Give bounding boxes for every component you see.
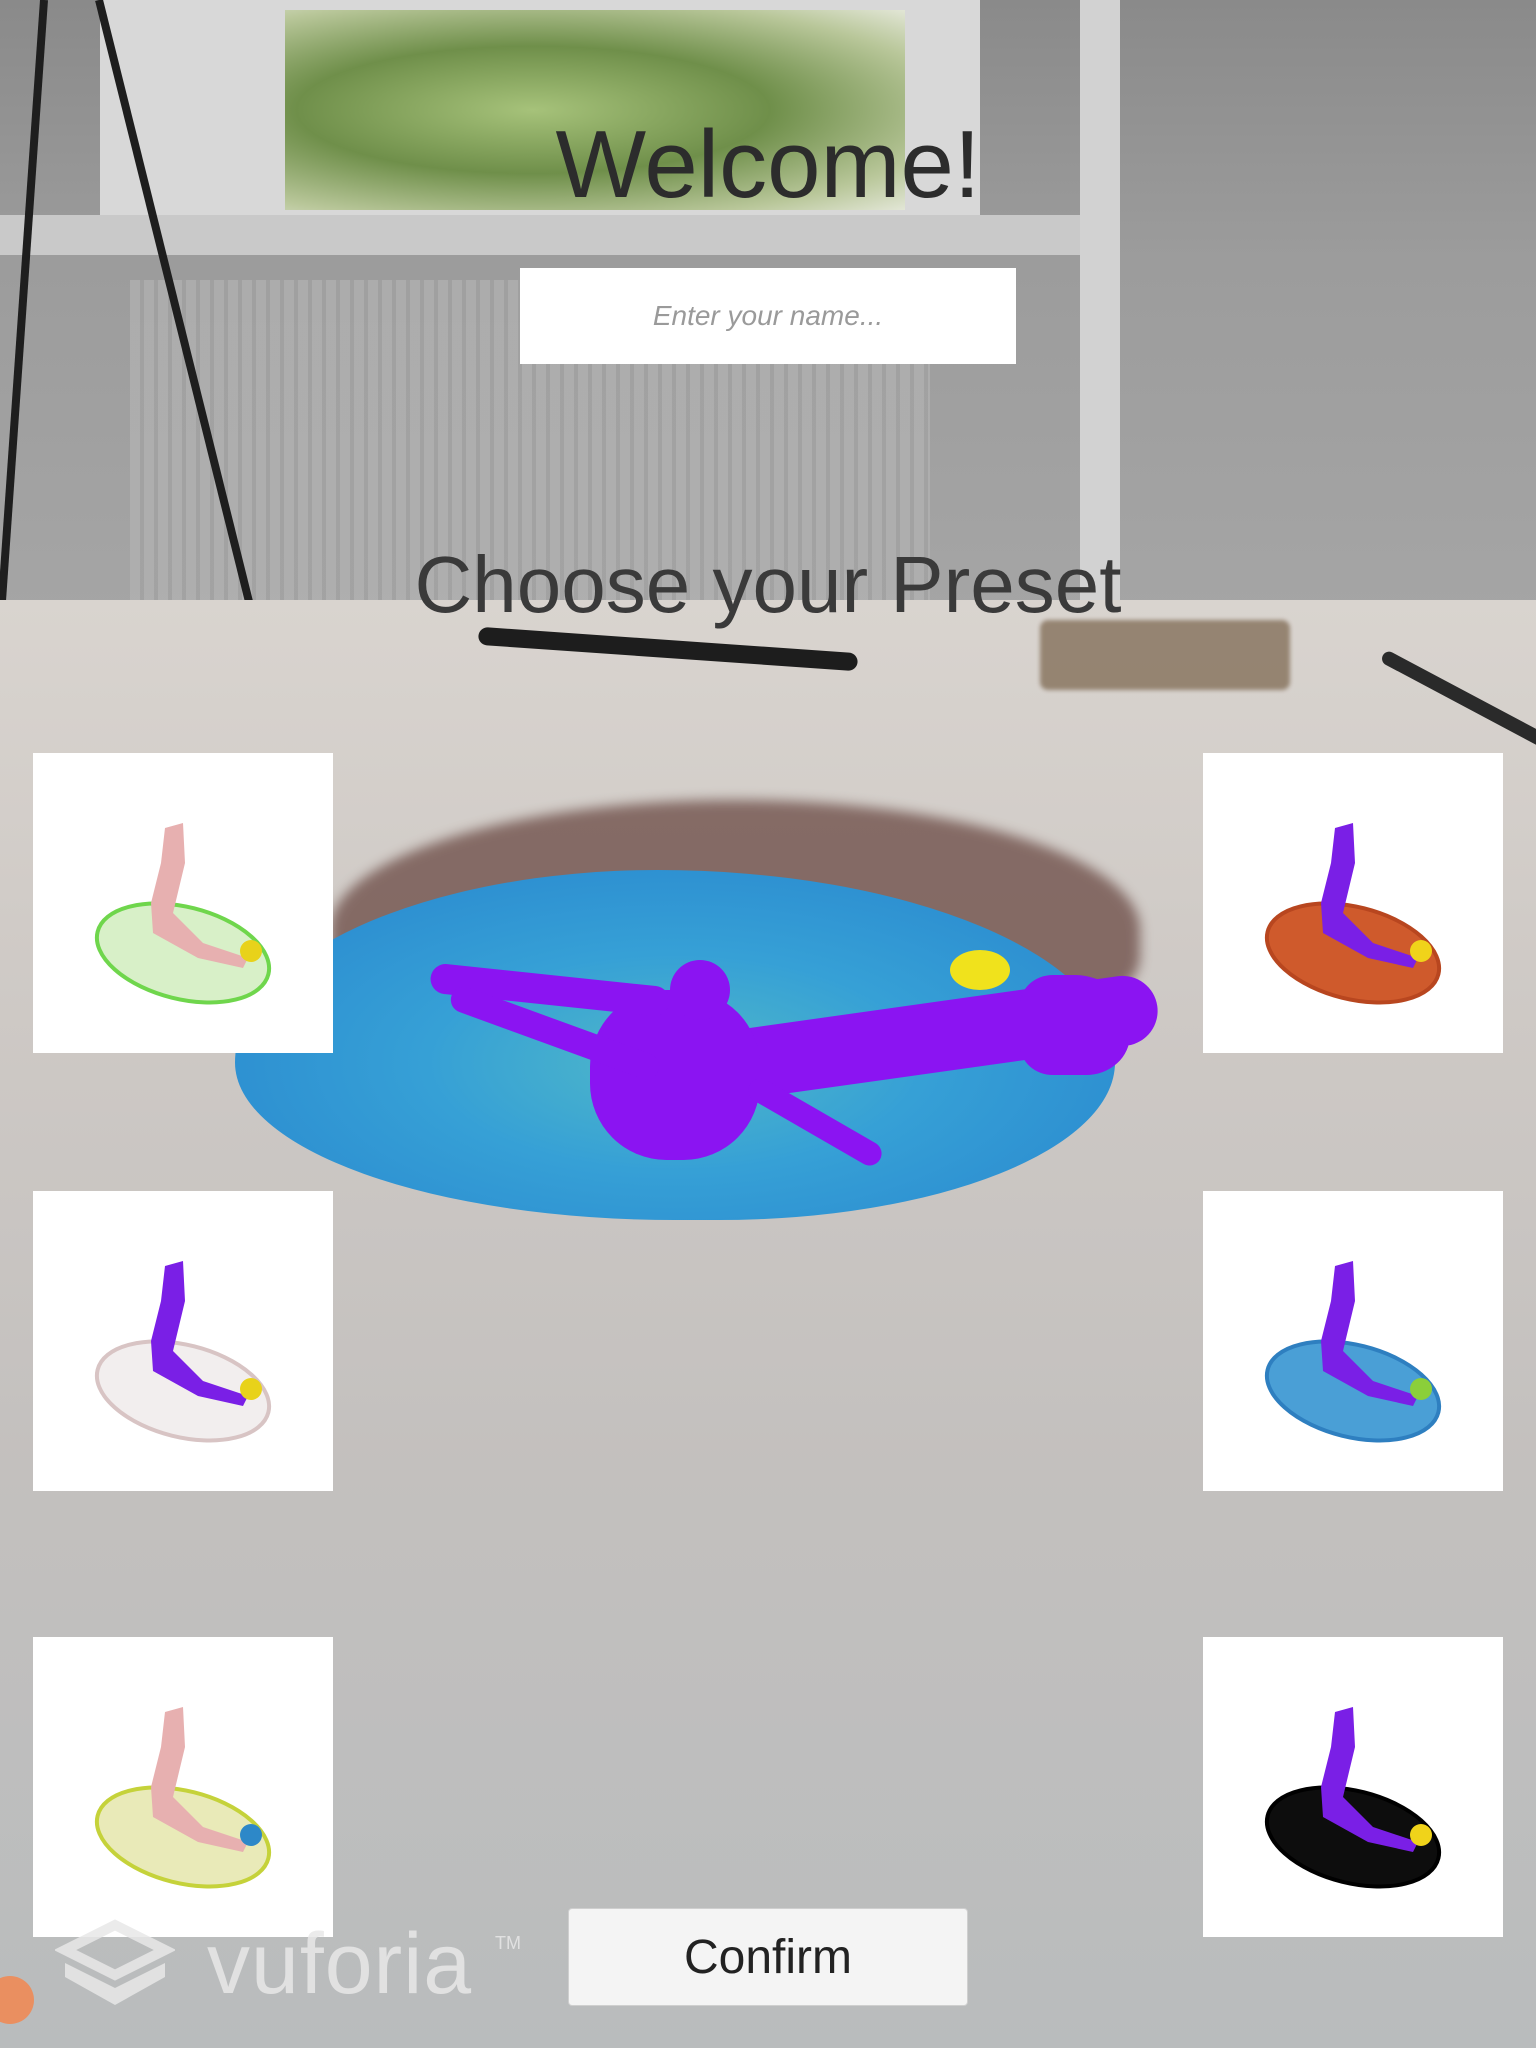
confirm-button[interactable]: Confirm bbox=[568, 1908, 968, 2006]
preset-thumbnail bbox=[1264, 823, 1442, 1005]
preset-marker-dot bbox=[1410, 940, 1432, 962]
ar-model-marker bbox=[950, 950, 1010, 990]
preset-marker-dot bbox=[240, 1824, 262, 1846]
welcome-title: Welcome! bbox=[555, 111, 981, 218]
preset-thumbnail bbox=[94, 1707, 272, 1889]
vuforia-trademark: TM bbox=[495, 1933, 521, 1953]
preset-card-3[interactable] bbox=[33, 1191, 333, 1491]
preset-marker-dot bbox=[240, 1378, 262, 1400]
preset-card-1[interactable] bbox=[33, 753, 333, 1053]
ar-model-vessel bbox=[1020, 975, 1130, 1075]
ar-model-vessel bbox=[670, 960, 730, 1020]
vuforia-logo: vuforia TM bbox=[55, 1915, 521, 2025]
preset-marker-dot bbox=[1410, 1824, 1432, 1846]
preset-thumbnail bbox=[94, 1261, 272, 1443]
preset-thumbnail bbox=[94, 823, 272, 1005]
preset-card-6[interactable] bbox=[1203, 1637, 1503, 1937]
name-input[interactable] bbox=[520, 268, 1016, 364]
preset-title: Choose your Preset bbox=[414, 540, 1122, 629]
ar-model-vessel bbox=[590, 990, 760, 1160]
preset-card-4[interactable] bbox=[1203, 1191, 1503, 1491]
preset-thumbnail bbox=[1264, 1707, 1442, 1889]
preset-card-5[interactable] bbox=[33, 1637, 333, 1937]
vuforia-logo-text: vuforia bbox=[207, 1916, 473, 2012]
preset-card-2[interactable] bbox=[1203, 753, 1503, 1053]
preset-marker-dot bbox=[1410, 1378, 1432, 1400]
preset-thumbnail bbox=[1264, 1261, 1442, 1443]
preset-marker-dot bbox=[240, 940, 262, 962]
vuforia-cube-icon bbox=[55, 1919, 175, 2005]
